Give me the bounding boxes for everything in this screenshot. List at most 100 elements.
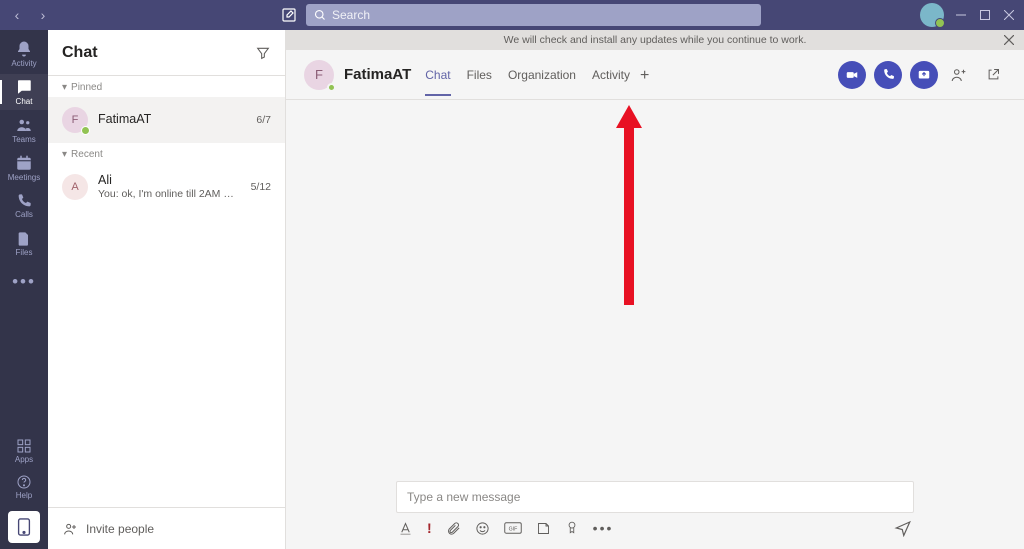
teams-icon (15, 116, 33, 134)
gif-button[interactable]: GIF (504, 521, 522, 535)
nav-forward-button[interactable]: › (34, 7, 52, 23)
attach-icon (446, 521, 461, 536)
praise-button[interactable] (565, 520, 579, 536)
tab-activity[interactable]: Activity (592, 54, 630, 96)
rail-help[interactable]: Help (0, 469, 48, 505)
share-screen-icon (917, 68, 931, 82)
rail-chat[interactable]: Chat (0, 74, 48, 110)
compose-button[interactable] (276, 2, 302, 28)
chat-header: F FatimaAT Chat Files Organization Activ… (286, 50, 1024, 100)
bell-icon (15, 40, 33, 58)
presence-dot (81, 126, 90, 135)
rail-help-label: Help (16, 491, 32, 500)
user-avatar[interactable] (920, 3, 944, 27)
rail-apps-label: Apps (15, 455, 33, 464)
chat-body (286, 100, 1024, 481)
filter-button[interactable] (255, 45, 271, 61)
rail-teams-label: Teams (12, 135, 36, 144)
tab-files[interactable]: Files (467, 54, 492, 96)
nav-back-button[interactable]: ‹ (8, 7, 26, 23)
annotation-arrow (614, 100, 644, 310)
banner-close-button[interactable] (1004, 35, 1014, 45)
section-pinned[interactable]: ▾ Pinned (48, 76, 285, 97)
search-icon (314, 9, 326, 21)
tab-chat[interactable]: Chat (425, 54, 450, 96)
audio-call-button[interactable] (874, 61, 902, 89)
maximize-icon (980, 10, 990, 20)
praise-icon (565, 520, 579, 536)
invite-people-label: Invite people (86, 522, 154, 536)
rail-activity-label: Activity (11, 59, 36, 68)
chat-content: We will check and install any updates wh… (286, 30, 1024, 549)
invite-people-button[interactable]: Invite people (48, 507, 285, 549)
more-icon: ••• (12, 272, 36, 292)
video-icon (845, 68, 859, 82)
chat-row-preview: You: ok, I'm online till 2AM my time, an… (98, 188, 241, 200)
meetings-icon (15, 154, 33, 172)
mobile-icon (17, 518, 31, 536)
pop-out-button[interactable] (980, 62, 1006, 88)
composer: Type a new message ! GIF (286, 481, 1024, 549)
section-pinned-label: Pinned (71, 82, 102, 93)
filter-icon (255, 45, 271, 61)
sticker-icon (536, 521, 551, 536)
panel-header: Chat (48, 30, 285, 76)
chat-row-ali[interactable]: A Ali You: ok, I'm online till 2AM my ti… (48, 164, 285, 210)
banner-text: We will check and install any updates wh… (504, 34, 807, 46)
chat-header-avatar[interactable]: F (304, 60, 334, 90)
compose-input[interactable]: Type a new message (396, 481, 914, 513)
phone-icon (882, 68, 895, 81)
add-people-button[interactable] (946, 62, 972, 88)
help-icon (16, 474, 32, 490)
window-minimize-button[interactable] (954, 8, 968, 22)
close-icon (1004, 10, 1014, 20)
avatar: A (62, 174, 88, 200)
compose-icon (281, 7, 297, 23)
compose-placeholder: Type a new message (407, 490, 520, 504)
caret-icon: ▾ (62, 149, 67, 160)
add-tab-button[interactable]: + (640, 65, 649, 85)
rail-apps[interactable]: Apps (0, 433, 48, 469)
more-compose-button[interactable]: ••• (593, 520, 614, 536)
window-close-button[interactable] (1002, 8, 1016, 22)
emoji-button[interactable] (475, 521, 490, 536)
video-call-button[interactable] (838, 61, 866, 89)
add-people-icon (950, 66, 968, 84)
close-icon (1004, 35, 1014, 45)
rail-calls-label: Calls (15, 210, 33, 219)
attach-button[interactable] (446, 521, 461, 536)
rail-chat-label: Chat (16, 97, 33, 106)
svg-text:GIF: GIF (508, 526, 517, 532)
search-box[interactable] (306, 4, 761, 26)
chat-row-name: FatimaAT (98, 113, 246, 127)
chat-row-fatima[interactable]: F FatimaAT 6/7 (48, 97, 285, 143)
priority-button[interactable]: ! (427, 520, 432, 536)
sticker-button[interactable] (536, 521, 551, 536)
tab-organization[interactable]: Organization (508, 54, 576, 96)
rail-files[interactable]: Files (0, 226, 48, 262)
update-banner: We will check and install any updates wh… (286, 30, 1024, 50)
rail-calls[interactable]: Calls (0, 188, 48, 224)
presence-dot (327, 83, 336, 92)
send-icon (894, 519, 912, 537)
rail-activity[interactable]: Activity (0, 36, 48, 72)
caret-icon: ▾ (62, 82, 67, 93)
rail-more[interactable]: ••• (0, 264, 48, 300)
window-maximize-button[interactable] (978, 8, 992, 22)
rail-meetings[interactable]: Meetings (0, 150, 48, 186)
phone-icon (16, 193, 32, 209)
search-input[interactable] (332, 8, 753, 22)
section-recent[interactable]: ▾ Recent (48, 143, 285, 164)
screen-share-button[interactable] (910, 61, 938, 89)
chat-list-panel: Chat ▾ Pinned F FatimaAT 6/7 ▾ Recent A (48, 30, 286, 549)
chat-row-time: 6/7 (256, 114, 271, 126)
rail-download-button[interactable] (8, 511, 40, 543)
gif-icon: GIF (504, 521, 522, 535)
popout-icon (986, 67, 1001, 82)
rail-files-label: Files (16, 248, 33, 257)
format-button[interactable] (398, 521, 413, 536)
send-button[interactable] (894, 519, 912, 537)
rail-teams[interactable]: Teams (0, 112, 48, 148)
file-icon (16, 231, 32, 247)
emoji-icon (475, 521, 490, 536)
